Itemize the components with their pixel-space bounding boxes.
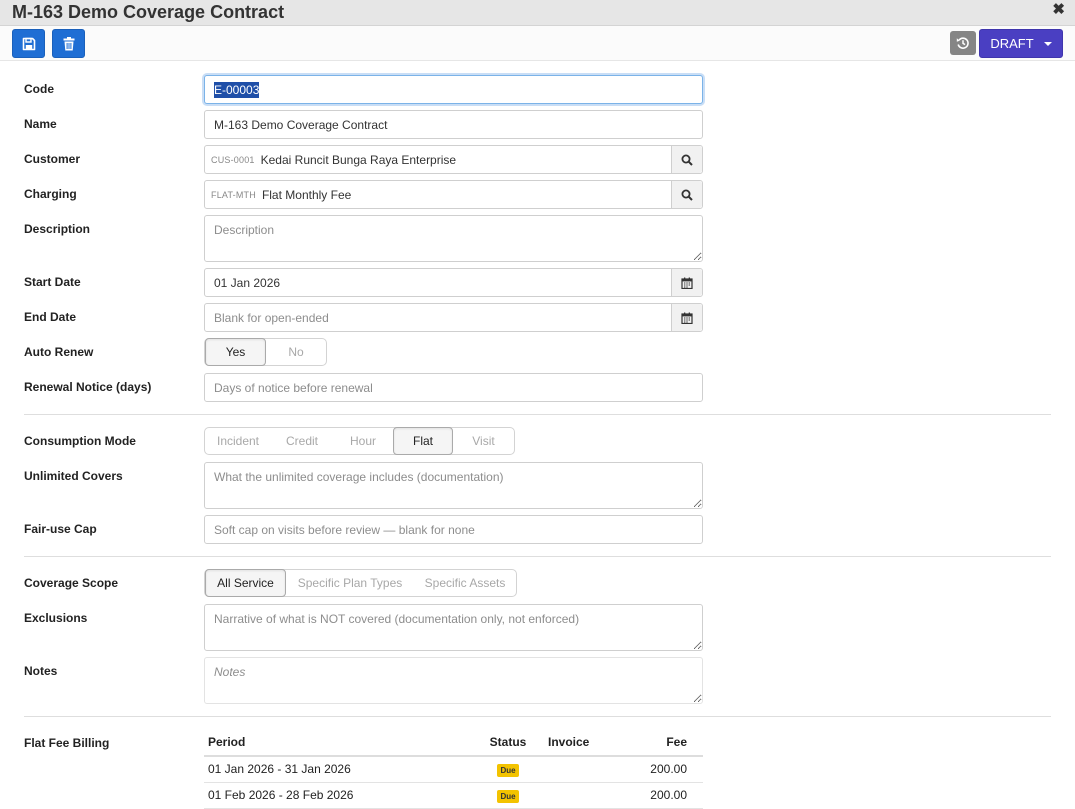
- trash-icon: [63, 36, 74, 50]
- customer-code: CUS-0001: [211, 154, 255, 165]
- charging-search-button[interactable]: [671, 181, 702, 208]
- search-icon: [681, 154, 693, 166]
- calendar-icon: [681, 312, 693, 324]
- window-title: M-163 Demo Coverage Contract: [12, 2, 285, 22]
- column-header-invoice: Invoice: [544, 728, 614, 757]
- toolbar: DRAFT: [0, 26, 1075, 61]
- start-date-label: Start Date: [24, 275, 81, 289]
- coverage-scope-label: Coverage Scope: [24, 576, 119, 590]
- start-date-value: 01 Jan 2026: [214, 275, 281, 290]
- start-date-picker-button[interactable]: [671, 269, 702, 296]
- history-icon: [956, 37, 969, 49]
- status-dropdown-button[interactable]: DRAFT: [979, 29, 1063, 58]
- customer-label: Customer: [24, 152, 81, 166]
- delete-button[interactable]: [52, 29, 85, 58]
- end-date-label: End Date: [24, 310, 77, 324]
- save-button[interactable]: [12, 29, 45, 58]
- section-divider: [24, 556, 1051, 557]
- fair-use-cap-field[interactable]: [204, 515, 703, 544]
- billing-fee: 200.00: [614, 782, 703, 809]
- end-date-picker-button[interactable]: [671, 304, 702, 331]
- unlimited-covers-field[interactable]: [204, 462, 703, 509]
- billing-invoice: [544, 782, 614, 809]
- billing-period: 01 Jan 2026 - 31 Jan 2026: [204, 756, 472, 783]
- section-divider: [24, 414, 1051, 415]
- notes-field[interactable]: [204, 657, 703, 704]
- description-field[interactable]: [204, 215, 703, 262]
- unlimited-covers-label: Unlimited Covers: [24, 469, 123, 483]
- calendar-icon: [681, 277, 693, 289]
- billing-row[interactable]: 01 Jan 2026 - 31 Jan 2026 Due 200.00: [204, 756, 703, 783]
- consumption-mode-credit[interactable]: Credit: [271, 428, 333, 454]
- exclusions-label: Exclusions: [24, 611, 88, 625]
- column-header-fee: Fee: [614, 728, 703, 757]
- name-field[interactable]: [204, 110, 703, 139]
- billing-invoice: [544, 756, 614, 783]
- code-value: E-00003: [214, 81, 260, 98]
- restore-button[interactable]: [950, 31, 976, 55]
- customer-lookup[interactable]: CUS-0001 Kedai Runcit Bunga Raya Enterpr…: [204, 145, 703, 174]
- consumption-mode-label: Consumption Mode: [24, 434, 136, 448]
- column-header-period: Period: [204, 728, 472, 757]
- customer-value: Kedai Runcit Bunga Raya Enterprise: [260, 152, 457, 167]
- code-field[interactable]: E-00003: [204, 75, 703, 104]
- end-date-placeholder: Blank for open-ended: [214, 310, 329, 325]
- consumption-mode-selector: Incident Credit Hour Flat Visit: [204, 427, 515, 455]
- charging-code: FLAT-MTH: [211, 189, 256, 200]
- billing-table: Period Status Invoice Fee 01 Jan 2026 - …: [204, 728, 703, 809]
- status-label: DRAFT: [990, 36, 1034, 51]
- close-icon[interactable]: ✖: [1052, 1, 1065, 19]
- coverage-scope-specific-assets[interactable]: Specific Assets: [414, 570, 516, 596]
- consumption-mode-hour[interactable]: Hour: [333, 428, 393, 454]
- coverage-scope-all-service[interactable]: All Service: [205, 569, 286, 597]
- auto-renew-no-option[interactable]: No: [266, 339, 326, 365]
- consumption-mode-flat[interactable]: Flat: [393, 427, 453, 455]
- flat-fee-billing-label: Flat Fee Billing: [24, 736, 110, 750]
- fair-use-cap-label: Fair-use Cap: [24, 522, 97, 536]
- renewal-notice-field[interactable]: [204, 373, 703, 402]
- window-titlebar: M-163 Demo Coverage Contract ✖: [0, 0, 1075, 26]
- auto-renew-toggle: Yes No: [204, 338, 327, 366]
- caret-down-icon: [1043, 41, 1052, 46]
- column-header-status: Status: [472, 728, 544, 757]
- billing-period: 01 Feb 2026 - 28 Feb 2026: [204, 782, 472, 809]
- code-label: Code: [24, 82, 54, 96]
- consumption-mode-incident[interactable]: Incident: [205, 428, 271, 454]
- status-badge: Due: [497, 763, 519, 777]
- notes-label: Notes: [24, 664, 58, 678]
- auto-renew-label: Auto Renew: [24, 345, 94, 359]
- status-badge: Due: [497, 789, 519, 803]
- section-divider: [24, 716, 1051, 717]
- description-label: Description: [24, 222, 91, 236]
- search-icon: [681, 189, 693, 201]
- save-icon: [22, 37, 35, 50]
- coverage-scope-selector: All Service Specific Plan Types Specific…: [204, 569, 517, 597]
- charging-value: Flat Monthly Fee: [261, 187, 352, 202]
- billing-table-header: Period Status Invoice Fee: [204, 728, 703, 757]
- end-date-field[interactable]: Blank for open-ended: [204, 303, 703, 332]
- coverage-scope-specific-plan-types[interactable]: Specific Plan Types: [286, 570, 414, 596]
- start-date-field[interactable]: 01 Jan 2026: [204, 268, 703, 297]
- charging-lookup[interactable]: FLAT-MTH Flat Monthly Fee: [204, 180, 703, 209]
- charging-label: Charging: [24, 187, 77, 201]
- billing-row[interactable]: 01 Feb 2026 - 28 Feb 2026 Due 200.00: [204, 782, 703, 809]
- name-label: Name: [24, 117, 57, 131]
- consumption-mode-visit[interactable]: Visit: [453, 428, 514, 454]
- auto-renew-yes-option[interactable]: Yes: [205, 338, 266, 366]
- renewal-notice-label: Renewal Notice (days): [24, 380, 152, 394]
- exclusions-field[interactable]: [204, 604, 703, 651]
- customer-search-button[interactable]: [671, 146, 702, 173]
- billing-fee: 200.00: [614, 756, 703, 783]
